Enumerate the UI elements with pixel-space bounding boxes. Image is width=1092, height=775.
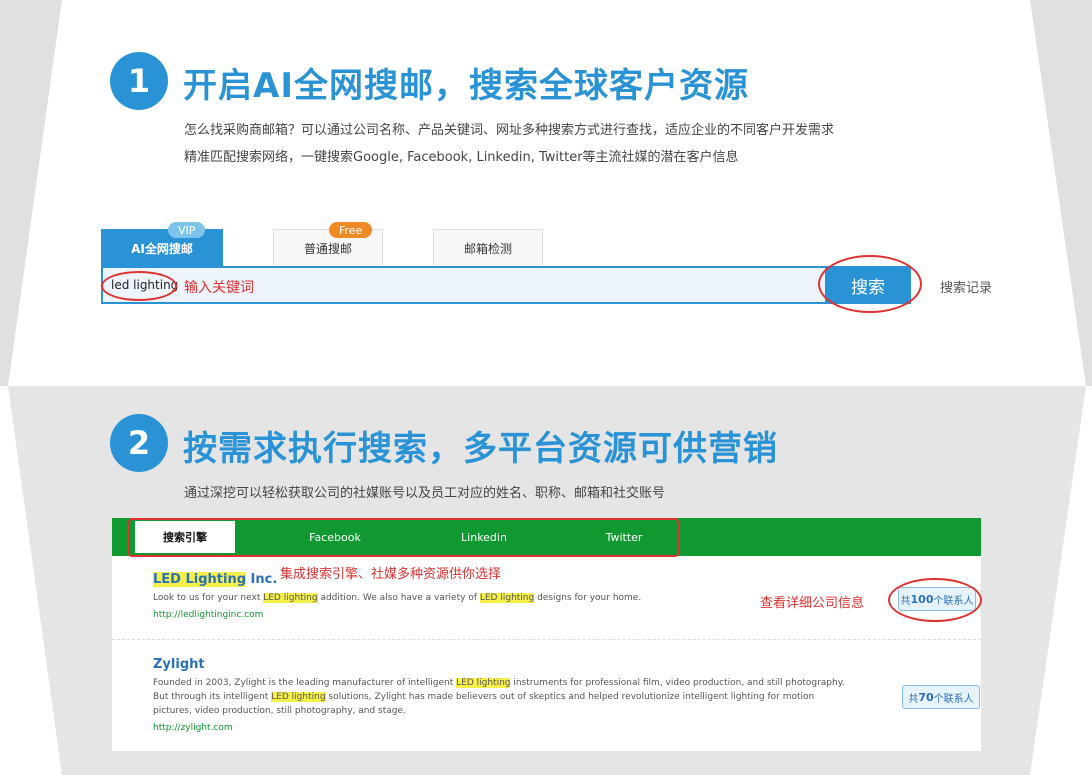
contacts-button[interactable]: 共 70 个联系人 <box>902 685 980 709</box>
result-title-highlight: LED Lighting <box>153 572 247 587</box>
result-title[interactable]: Zylight <box>153 657 205 672</box>
contacts-count: 70 <box>918 690 934 704</box>
result-title-rest: Inc. <box>246 572 278 587</box>
contacts-suffix: 个联系人 <box>933 693 974 705</box>
result-url[interactable]: http://ledlightinginc.com <box>153 610 263 620</box>
sources-annotation: 集成搜索引擎、社媒多种资源供你选择 <box>280 567 502 582</box>
result-description: Founded in 2003, Zylight is the leading … <box>153 678 845 716</box>
section1-description-line2: 精准匹配搜索网络，一键搜索Google, Facebook, Linkedin,… <box>184 150 739 165</box>
section1-heading: 开启AI全网搜邮，搜索全球客户资源 <box>183 66 749 106</box>
keyword-highlight: LED lighting <box>263 593 318 603</box>
vip-badge: VIP <box>168 222 206 238</box>
result-url[interactable]: http://zylight.com <box>153 723 233 733</box>
section2-heading: 按需求执行搜索，多平台资源可供营销 <box>183 429 778 469</box>
result-description: Look to us for your next LED lighting ad… <box>153 593 642 603</box>
section1-description-line1: 怎么找采购商邮箱？可以通过公司名称、产品关键词、网址多种搜索方式进行查找，适应企… <box>184 123 835 138</box>
results-panel: 搜索引擎 Facebook Linkedin Twitter 集成搜索引擎、社媒… <box>112 518 982 751</box>
section2-description: 通过深挖可以轻松获取公司的社媒账号以及员工对应的姓名、职称、邮箱和社交账号 <box>184 486 666 501</box>
keyword-highlight: LED lighting <box>271 692 326 702</box>
search-placeholder: 输入关键词 <box>184 280 254 296</box>
search-button-ring <box>818 255 922 313</box>
source-tabs-highlight-box <box>128 518 679 557</box>
query-highlight-ring <box>101 271 177 301</box>
contacts-prefix: 共 <box>908 693 919 705</box>
keyword-highlight: LED lighting <box>456 678 511 688</box>
search-history-link[interactable]: 搜索记录 <box>940 277 992 296</box>
contacts-highlight-ring <box>888 578 982 622</box>
step-number-2: 2 <box>110 414 168 472</box>
result-title[interactable]: LED Lighting Inc. <box>153 572 277 587</box>
tab-email-check[interactable]: 邮箱检测 <box>433 229 543 267</box>
details-annotation: 查看详细公司信息 <box>760 596 865 611</box>
tab-ai-search[interactable]: AI全网搜邮 <box>101 229 223 267</box>
free-badge: Free <box>329 222 373 238</box>
step-number-1: 1 <box>110 52 168 110</box>
keyword-highlight: LED lighting <box>479 593 535 603</box>
result-divider <box>112 639 981 640</box>
